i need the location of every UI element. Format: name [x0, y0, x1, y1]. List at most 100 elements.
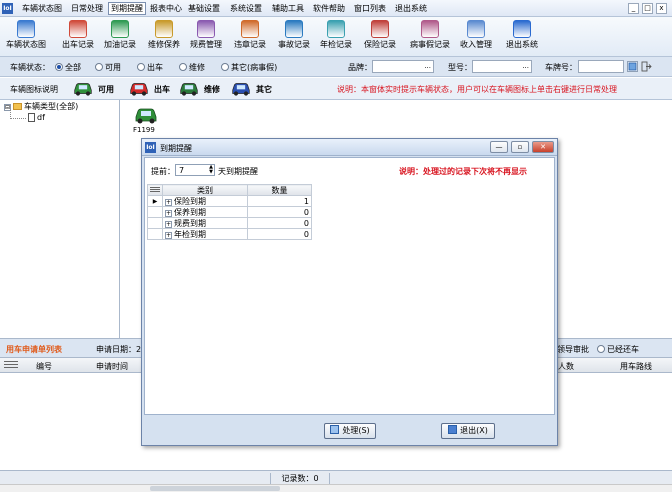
- category-cell[interactable]: + 年检到期: [161, 228, 249, 240]
- legend-item-label: 出车: [154, 85, 170, 94]
- menu-vehicle-status[interactable]: 车辆状态图: [20, 2, 64, 15]
- restore-button[interactable]: □: [642, 3, 653, 14]
- search-icon[interactable]: [627, 61, 638, 72]
- radio-icon: [137, 63, 145, 71]
- tree-item-df[interactable]: df: [28, 113, 45, 123]
- document-icon: [28, 113, 35, 122]
- toolbar-button-11[interactable]: 退出系统: [506, 19, 538, 55]
- count-cell: 1: [247, 195, 312, 207]
- toolbar-button-label: 事故记录: [278, 40, 310, 49]
- legend-item-label: 维修: [204, 85, 220, 94]
- menu-reports[interactable]: 报表中心: [148, 2, 184, 15]
- expand-icon[interactable]: +: [165, 231, 172, 239]
- radio-icon: [55, 63, 63, 71]
- status-option-available[interactable]: 可用: [95, 62, 121, 73]
- toolbar-button-8[interactable]: 保险记录: [364, 19, 396, 55]
- menu-expiry-reminder[interactable]: 到期提醒: [108, 2, 146, 15]
- close-button[interactable]: x: [656, 3, 667, 14]
- dialog-note: 说明：处理过的记录下次将不再显示: [399, 167, 527, 176]
- car-icon: [74, 83, 92, 96]
- column-header[interactable]: 人数: [558, 361, 574, 372]
- toolbar-button-6[interactable]: 事故记录: [278, 19, 310, 55]
- toolbar-button-4[interactable]: 规费管理: [190, 19, 222, 55]
- toolbar-button-label: 维修保养: [148, 40, 180, 49]
- status-option-other[interactable]: 其它(病事假): [221, 62, 277, 73]
- expand-icon[interactable]: +: [165, 220, 172, 228]
- folder-icon: [13, 103, 22, 110]
- dialog-title-bar[interactable]: IoI 到期提醒 — ▫ ✕: [142, 139, 557, 156]
- menu-exit[interactable]: 退出系统: [393, 2, 429, 15]
- toolbar-button-10[interactable]: 收入管理: [460, 19, 492, 55]
- accident-icon: [285, 20, 303, 38]
- scrollbar-thumb[interactable]: [150, 486, 280, 491]
- returned-filter[interactable]: 已经还车: [597, 344, 639, 355]
- table-row[interactable]: ▶ + 保险到期 1: [147, 195, 312, 207]
- tree-connector: [10, 118, 26, 119]
- legend-bar: 车辆图标说明 可用 出车 维修 其它 说明：本窗体实时提示车辆状态，用户可以在车辆图标…: [0, 78, 672, 100]
- grid-corner-icon: [4, 361, 18, 369]
- application-list-title: 用车申请单列表: [6, 345, 62, 354]
- menu-daily[interactable]: 日常处理: [69, 2, 105, 15]
- tree-root[interactable]: ⊟ 车辆类型(全部): [4, 102, 78, 112]
- column-header[interactable]: 申请时间: [96, 361, 128, 372]
- table-row[interactable]: + 规费到期 0: [147, 217, 312, 229]
- menu-help[interactable]: 软件帮助: [311, 2, 347, 15]
- car-icon: [135, 108, 157, 124]
- toolbar-button-label: 规费管理: [190, 40, 222, 49]
- violation-icon: [241, 20, 259, 38]
- car-icon: [130, 83, 148, 96]
- expand-icon[interactable]: +: [165, 198, 172, 206]
- column-header[interactable]: 编号: [36, 361, 52, 372]
- radio-icon: [95, 63, 103, 71]
- vehicle-f1199[interactable]: F1199: [133, 106, 159, 134]
- radio-icon: [597, 345, 605, 353]
- exit-button[interactable]: 退出(X): [441, 423, 495, 439]
- toolbar-button-1[interactable]: 出车记录: [62, 19, 94, 55]
- toolbar-button-3[interactable]: 维修保养: [148, 19, 180, 55]
- toolbar-button-0[interactable]: 车辆状态图: [6, 19, 46, 55]
- brand-input[interactable]: ...: [372, 60, 434, 73]
- toolbar-button-2[interactable]: 加油记录: [104, 19, 136, 55]
- model-input[interactable]: ...: [472, 60, 532, 73]
- dialog-close-button[interactable]: ✕: [532, 141, 554, 153]
- income-icon: [467, 20, 485, 38]
- status-option-repair[interactable]: 维修: [179, 62, 205, 73]
- toolbar-button-9[interactable]: 病事假记录: [410, 19, 450, 55]
- status-option-all[interactable]: 全部: [55, 62, 81, 73]
- exit-arrow-icon[interactable]: [641, 61, 652, 72]
- process-button[interactable]: 处理(S): [324, 423, 376, 439]
- menu-window-list[interactable]: 窗口列表: [352, 2, 388, 15]
- toolbar-button-7[interactable]: 年检记录: [320, 19, 352, 55]
- dialog-maximize-button[interactable]: ▫: [511, 141, 529, 153]
- menu-basic-settings[interactable]: 基础设置: [186, 2, 222, 15]
- approval-filter[interactable]: 领导审批: [557, 344, 589, 355]
- status-filter-label: 车辆状态：: [10, 63, 50, 72]
- dialog-minimize-button[interactable]: —: [490, 141, 508, 153]
- category-cell[interactable]: + 规费到期: [161, 217, 249, 229]
- advance-days-stepper[interactable]: 7 ▲ ▼: [175, 164, 215, 176]
- insurance-icon: [371, 20, 389, 38]
- table-row[interactable]: + 年检到期 0: [147, 228, 312, 240]
- status-option-out[interactable]: 出车: [137, 62, 163, 73]
- toolbar-button-label: 年检记录: [320, 40, 352, 49]
- category-cell[interactable]: + 保险到期: [161, 195, 249, 207]
- column-header[interactable]: 用车路线: [620, 361, 652, 372]
- toolbar-button-5[interactable]: 违章记录: [234, 19, 266, 55]
- stepper-arrows-icon[interactable]: ▲ ▼: [209, 165, 213, 175]
- minimize-button[interactable]: _: [628, 3, 639, 14]
- menu-system-settings[interactable]: 系统设置: [228, 2, 264, 15]
- menu-tools[interactable]: 辅助工具: [270, 2, 306, 15]
- plate-input[interactable]: [578, 60, 624, 73]
- toolbar-button-label: 病事假记录: [410, 40, 450, 49]
- table-row[interactable]: + 保养到期 0: [147, 206, 312, 218]
- category-cell[interactable]: + 保养到期: [161, 206, 249, 218]
- dialog-body: 提前： 7 ▲ ▼ 天到期提醒 说明：处理过的记录下次将不再显示 类别 数量 ▶ +…: [144, 157, 555, 415]
- column-header-category[interactable]: 类别: [161, 184, 249, 196]
- expiry-reminder-dialog: IoI 到期提醒 — ▫ ✕ 提前： 7 ▲ ▼ 天到期提醒 说明：处理过的记录下…: [141, 138, 558, 446]
- column-header-count[interactable]: 数量: [247, 184, 312, 196]
- expand-icon[interactable]: +: [165, 209, 172, 217]
- advance-label: 提前：: [151, 167, 175, 176]
- horizontal-scrollbar[interactable]: [0, 484, 672, 492]
- door-icon: [448, 425, 458, 434]
- toolbar-button-label: 退出系统: [506, 40, 538, 49]
